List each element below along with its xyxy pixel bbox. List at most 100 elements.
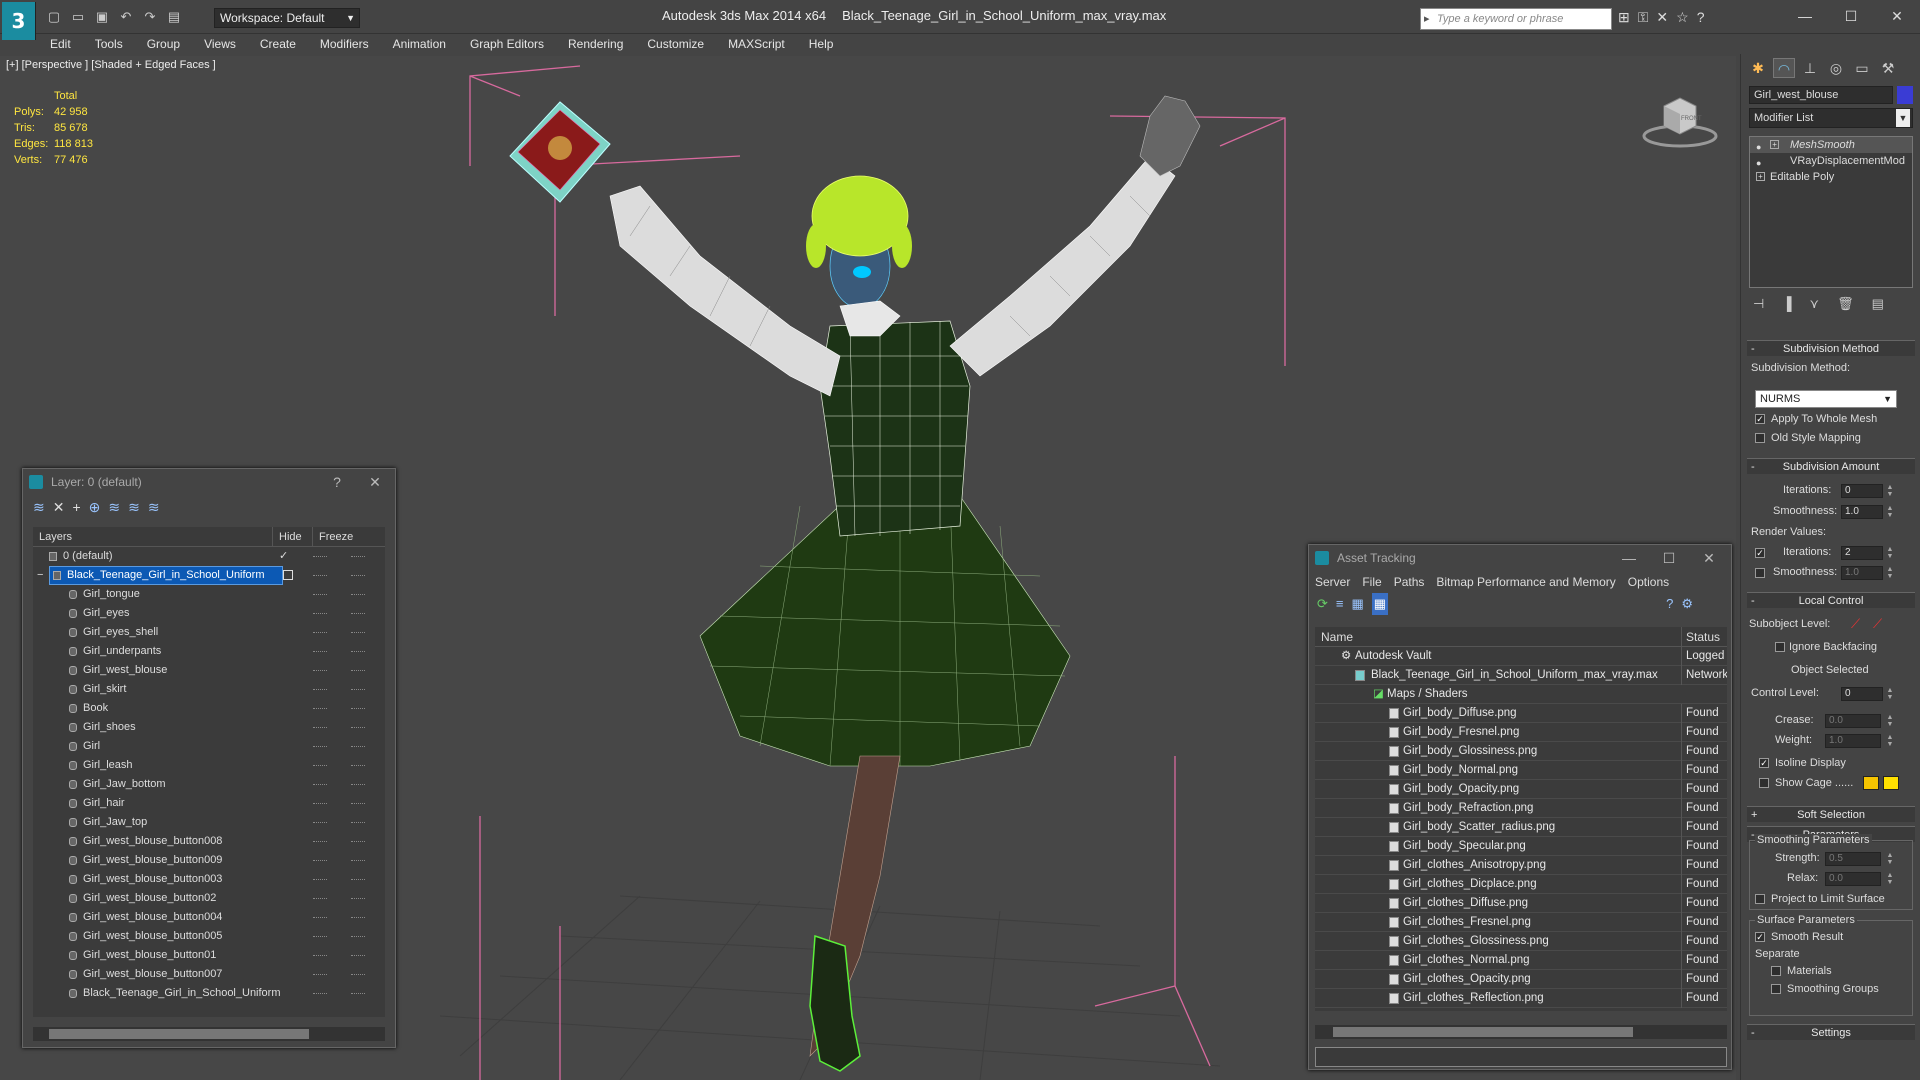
undo-icon[interactable]: ↶ [116, 8, 136, 26]
render-smoothness-spinner[interactable]: 1.0 [1841, 566, 1883, 580]
freeze-toggle[interactable] [351, 708, 365, 709]
pin-stack-icon[interactable]: ⊣ [1753, 296, 1764, 312]
create-layer-icon[interactable]: ≋ [33, 499, 45, 519]
freeze-toggle[interactable] [351, 556, 365, 557]
hide-toggle[interactable] [313, 879, 327, 880]
hide-toggle[interactable] [313, 898, 327, 899]
layer-object-row[interactable]: Girl_west_blouse_button02 [33, 889, 385, 908]
rollout-soft-selection[interactable]: + Soft Selection [1747, 806, 1915, 822]
refresh-icon[interactable]: ⟳ [1317, 593, 1328, 615]
freeze-toggle[interactable] [351, 898, 365, 899]
asset-menu-bitmap[interactable]: Bitmap Performance and Memory [1436, 571, 1615, 593]
hide-toggle[interactable] [313, 575, 327, 576]
save-file-icon[interactable]: ▣ [92, 8, 112, 26]
layer-object-row[interactable]: Girl_west_blouse_button007 [33, 965, 385, 984]
hide-toggle[interactable] [313, 708, 327, 709]
hide-toggle[interactable] [313, 841, 327, 842]
scroll-thumb[interactable] [49, 1029, 309, 1039]
minimize-icon[interactable]: — [1782, 0, 1828, 32]
help-icon[interactable]: ? [1697, 9, 1705, 26]
freeze-toggle[interactable] [351, 575, 365, 576]
hide-all-icon[interactable]: ≋ [128, 499, 140, 519]
rollout-subdivision-method[interactable]: - Subdivision Method [1747, 340, 1915, 356]
hide-toggle[interactable] [313, 556, 327, 557]
make-unique-icon[interactable]: ⋎ [1810, 296, 1820, 312]
spinner-arrows-icon[interactable]: ▲ ▼ [1885, 546, 1895, 560]
hide-toggle[interactable] [313, 822, 327, 823]
close-button[interactable]: ✕ [357, 469, 393, 495]
rollout-settings[interactable]: - Settings [1747, 1024, 1915, 1040]
edge-level-icon[interactable]: ⟋ [1873, 616, 1882, 632]
hide-toggle[interactable] [313, 955, 327, 956]
modify-tab-icon[interactable]: ◠ [1773, 58, 1795, 78]
freeze-toggle[interactable] [351, 974, 365, 975]
freeze-toggle[interactable] [351, 670, 365, 671]
table-view-icon[interactable]: ▦ [1371, 593, 1389, 615]
col-name[interactable]: Name [1321, 627, 1353, 647]
list-view-icon[interactable]: ≡ [1336, 593, 1344, 615]
scroll-thumb[interactable] [1333, 1027, 1633, 1037]
cage-color-swatch[interactable] [1863, 776, 1879, 790]
layer-object-row[interactable]: Girl_eyes [33, 604, 385, 623]
project-limit-checkbox[interactable] [1755, 894, 1765, 904]
layer-row-selected[interactable]: − Black_Teenage_Girl_in_School_Uniform [33, 566, 385, 585]
freeze-toggle[interactable] [351, 917, 365, 918]
freeze-toggle[interactable] [351, 594, 365, 595]
freeze-toggle[interactable] [351, 727, 365, 728]
hide-toggle[interactable] [313, 803, 327, 804]
layer-object-row[interactable]: Girl_west_blouse_button003 [33, 870, 385, 889]
stack-item-meshsmooth[interactable]: ● + MeshSmooth [1750, 137, 1912, 153]
hide-toggle[interactable] [313, 632, 327, 633]
freeze-toggle[interactable] [351, 993, 365, 994]
hide-toggle[interactable] [313, 746, 327, 747]
asset-row-map[interactable]: Girl_body_Fresnel.png Found [1315, 723, 1727, 742]
old-style-mapping-checkbox[interactable] [1755, 433, 1765, 443]
menu-views[interactable]: Views [192, 34, 248, 54]
spinner-arrows-icon[interactable]: ▲ ▼ [1885, 734, 1895, 748]
asset-path-field[interactable] [1315, 1047, 1727, 1067]
freeze-all-icon[interactable]: ≋ [148, 499, 160, 519]
star-icon[interactable]: ☆ [1676, 9, 1689, 26]
layer-object-row[interactable]: Girl_eyes_shell [33, 623, 385, 642]
asset-menu-paths[interactable]: Paths [1394, 571, 1425, 593]
hide-toggle[interactable] [313, 670, 327, 671]
freeze-toggle[interactable] [351, 841, 365, 842]
col-layers[interactable]: Layers [33, 527, 273, 546]
hierarchy-tab-icon[interactable]: ⊥ [1799, 58, 1821, 78]
utilities-tab-icon[interactable]: ⚒ [1877, 58, 1899, 78]
strength-spinner[interactable]: 0.5 [1825, 852, 1881, 866]
freeze-toggle[interactable] [351, 784, 365, 785]
thumbnail-view-icon[interactable]: ▦ [1352, 593, 1364, 615]
hide-toggle[interactable] [313, 936, 327, 937]
menu-maxscript[interactable]: MAXScript [716, 34, 797, 54]
stack-item-vraydisplacement[interactable]: ● VRayDisplacementMod [1750, 153, 1912, 169]
spinner-arrows-icon[interactable]: ▲ ▼ [1885, 687, 1895, 701]
asset-row-map[interactable]: Girl_body_Normal.png Found [1315, 761, 1727, 780]
hide-toggle[interactable] [313, 594, 327, 595]
rollout-local-control[interactable]: - Local Control [1747, 592, 1915, 608]
menu-rendering[interactable]: Rendering [556, 34, 635, 54]
asset-row-map[interactable]: Girl_body_Diffuse.png Found [1315, 704, 1727, 723]
help-button[interactable]: ? [319, 469, 355, 495]
hide-toggle[interactable] [313, 784, 327, 785]
menu-create[interactable]: Create [248, 34, 308, 54]
ignore-backfacing-checkbox[interactable] [1775, 642, 1785, 652]
minimize-icon[interactable]: — [1611, 545, 1647, 571]
tools-icon[interactable]: ✕ [1656, 9, 1668, 26]
show-cage-checkbox[interactable] [1759, 778, 1769, 788]
subdivision-method-dropdown[interactable]: NURMS ▼ [1755, 390, 1897, 408]
menu-tools[interactable]: Tools [83, 34, 135, 54]
highlight-layer-icon[interactable]: ≋ [108, 499, 120, 519]
menu-help[interactable]: Help [797, 34, 846, 54]
maximize-icon[interactable]: ☐ [1828, 0, 1874, 32]
freeze-toggle[interactable] [351, 822, 365, 823]
layer-object-row[interactable]: Girl_west_blouse_button01 [33, 946, 385, 965]
asset-panel-titlebar[interactable]: Asset Tracking — ☐ ✕ [1309, 545, 1731, 571]
asset-menu-options[interactable]: Options [1628, 571, 1669, 593]
freeze-toggle[interactable] [351, 613, 365, 614]
render-iterations-spinner[interactable]: 2 [1841, 546, 1883, 560]
layer-object-row[interactable]: Girl_Jaw_top [33, 813, 385, 832]
layer-panel-titlebar[interactable]: Layer: 0 (default) ? ✕ [23, 469, 395, 495]
freeze-toggle[interactable] [351, 803, 365, 804]
workspace-dropdown[interactable]: Workspace: Default ▼ [214, 8, 360, 28]
